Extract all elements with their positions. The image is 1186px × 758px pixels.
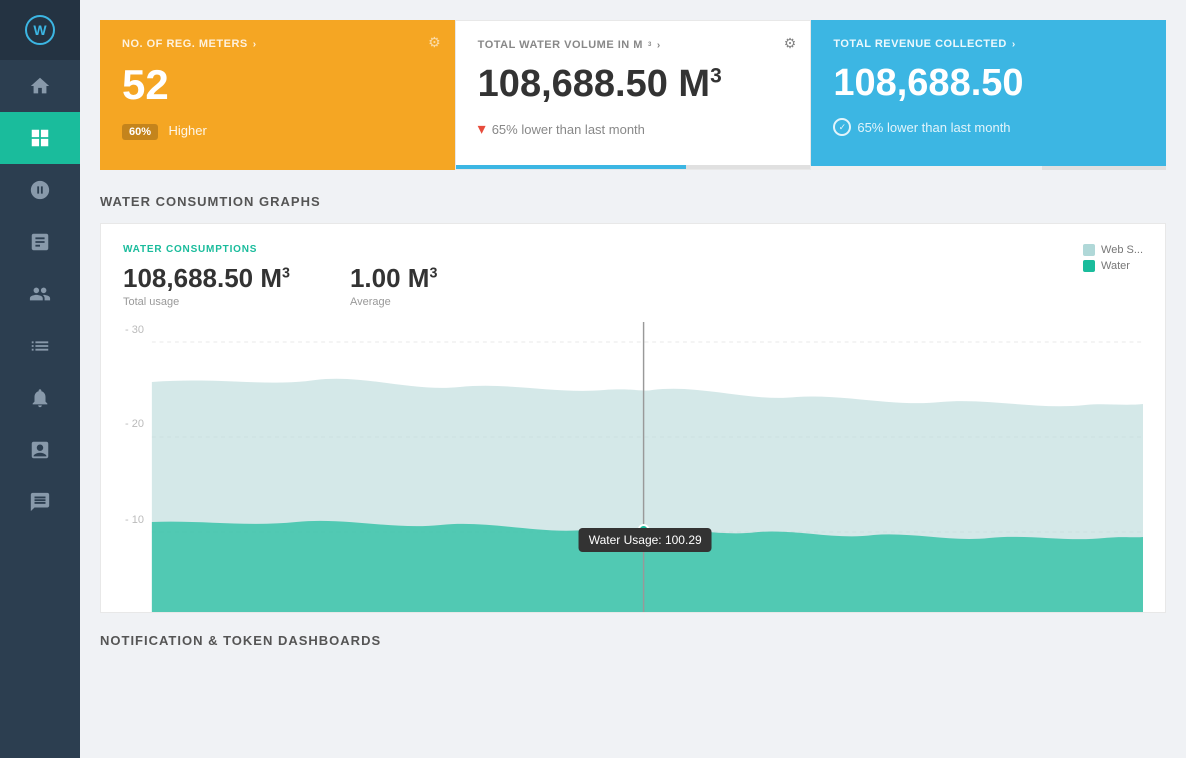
revenue-change-row: ✓ 65% lower than last month (833, 118, 1144, 136)
chat-icon (29, 491, 51, 513)
billing-icon (29, 439, 51, 461)
settings-icon[interactable]: ⚙ (428, 34, 441, 51)
meters-badge-label: Higher (168, 123, 206, 138)
dashboard-icon (29, 127, 51, 149)
sidebar-item-notifications[interactable] (0, 372, 80, 424)
svg-text:W: W (33, 22, 47, 38)
volume-settings-icon[interactable]: ⚙ (784, 35, 797, 52)
revenue-progress-bar (811, 166, 1166, 170)
volume-card-value: 108,688.50 M3 (478, 65, 789, 103)
home-icon (29, 75, 51, 97)
reports-icon (29, 231, 51, 253)
sidebar-item-groups[interactable] (0, 268, 80, 320)
revenue-card-value: 108,688.50 (833, 64, 1144, 102)
main-content: NO. OF REG. METERS › 52 60% Higher ⚙ TOT… (80, 0, 1186, 758)
volume-card-title: TOTAL WATER VOLUME IN M3 › (478, 39, 789, 51)
legend-water-label: Water (1101, 260, 1130, 272)
groups-icon (29, 283, 51, 305)
y-axis-10: - 10 (125, 514, 144, 526)
average-value: 1.00 M3 (350, 263, 437, 294)
stats-row: NO. OF REG. METERS › 52 60% Higher ⚙ TOT… (100, 20, 1166, 170)
chart-svg (123, 322, 1143, 612)
chevron-right-icon: › (253, 39, 257, 50)
total-usage-metric: 108,688.50 M3 Total usage (123, 263, 290, 308)
meters-badge: 60% (122, 124, 158, 140)
sidebar-item-billing[interactable] (0, 424, 80, 476)
down-circle-icon: ✓ (833, 118, 851, 136)
sidebar-item-chat[interactable] (0, 476, 80, 528)
legend-water-dot (1083, 260, 1095, 272)
sidebar-item-analytics[interactable] (0, 320, 80, 372)
sidebar-logo: W (0, 0, 80, 60)
meter-icon (29, 179, 51, 201)
revenue-progress-fill (811, 166, 1042, 170)
meters-card: NO. OF REG. METERS › 52 60% Higher ⚙ (100, 20, 455, 170)
sidebar-item-dashboard[interactable] (0, 112, 80, 164)
volume-chevron-icon: › (657, 40, 661, 51)
chart-label: WATER CONSUMPTIONS (123, 244, 1143, 255)
legend-web-label: Web S... (1101, 244, 1143, 256)
revenue-chevron-icon: › (1012, 39, 1016, 50)
legend-water: Water (1083, 260, 1143, 272)
sidebar: W (0, 0, 80, 758)
chart-area: - 30 - 20 - 10 (123, 322, 1143, 612)
sidebar-item-meters[interactable] (0, 164, 80, 216)
average-metric: 1.00 M3 Average (350, 263, 437, 308)
meters-card-footer: 60% Higher (122, 122, 433, 140)
section-title: WATER CONSUMTION GRAPHS (100, 194, 1166, 209)
chart-metrics: 108,688.50 M3 Total usage 1.00 M3 Averag… (123, 263, 1143, 308)
sidebar-item-home[interactable] (0, 60, 80, 112)
meters-card-title: NO. OF REG. METERS › (122, 38, 433, 50)
notification-section-title: NOTIFICATION & TOKEN DASHBOARDS (100, 633, 1166, 648)
total-usage-value: 108,688.50 M3 (123, 263, 290, 294)
total-usage-label: Total usage (123, 296, 290, 308)
meters-card-value: 52 (122, 64, 433, 106)
volume-card: TOTAL WATER VOLUME IN M3 › 108,688.50 M3… (455, 20, 812, 170)
consumption-section: WATER CONSUMTION GRAPHS WATER CONSUMPTIO… (100, 194, 1166, 613)
volume-progress-bar (456, 165, 811, 169)
sidebar-item-reports[interactable] (0, 216, 80, 268)
legend-web: Web S... (1083, 244, 1143, 256)
volume-progress-fill (456, 165, 687, 169)
y-axis-30: - 30 (125, 324, 144, 336)
legend-web-dot (1083, 244, 1095, 256)
average-label: Average (350, 296, 437, 308)
chart-card: WATER CONSUMPTIONS 108,688.50 M3 Total u… (100, 223, 1166, 613)
revenue-card-title: TOTAL REVENUE COLLECTED › (833, 38, 1144, 50)
y-axis-20: - 20 (125, 418, 144, 430)
revenue-card: TOTAL REVENUE COLLECTED › 108,688.50 ✓ 6… (811, 20, 1166, 170)
volume-change-row: ▾ 65% lower than last month (478, 119, 789, 139)
logo-icon: W (24, 14, 56, 46)
notifications-icon (29, 387, 51, 409)
analytics-icon (29, 335, 51, 357)
chart-legend: Web S... Water (1083, 244, 1143, 272)
